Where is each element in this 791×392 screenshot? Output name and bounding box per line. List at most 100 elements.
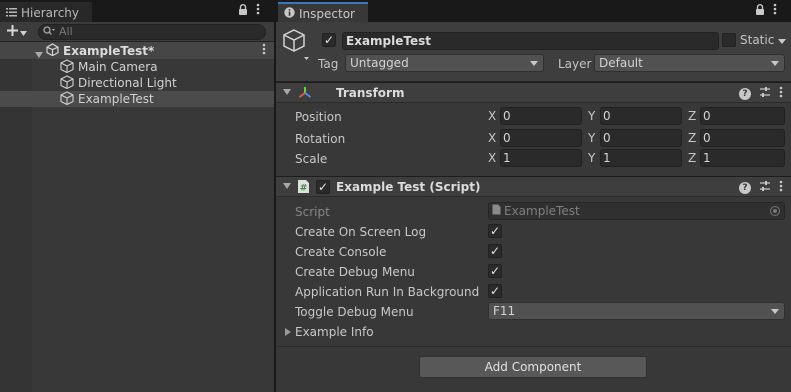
script-component-header[interactable]: # ✓ Example Test (Script) ?	[276, 176, 791, 197]
chevron-down-icon[interactable]	[778, 33, 787, 47]
create-button[interactable]	[0, 22, 34, 42]
presets-icon[interactable]	[759, 180, 771, 195]
hierarchy-tab-label: Hierarchy	[21, 5, 80, 20]
hierarchy-toolbar	[0, 22, 274, 42]
position-vector: X 0 Y 0 Z 0	[488, 107, 785, 125]
example-info-label: Example Info	[295, 325, 374, 339]
axis-y-label: Y	[588, 151, 596, 165]
unity-scene-icon	[46, 42, 59, 59]
tag-value: Untagged	[350, 56, 409, 70]
example-info-foldout[interactable]: Example Info	[285, 325, 374, 339]
search-input[interactable]	[59, 25, 239, 38]
scale-z-field[interactable]: 1	[700, 149, 785, 167]
rotation-x-field[interactable]: 0	[500, 129, 582, 147]
position-x-field[interactable]: 0	[500, 107, 582, 125]
script-enabled-checkbox[interactable]: ✓	[316, 180, 330, 194]
script-component-title: Example Test (Script)	[336, 180, 481, 194]
lock-icon[interactable]	[238, 3, 248, 18]
scale-x-field[interactable]: 1	[500, 149, 582, 167]
kebab-menu-icon[interactable]	[256, 3, 260, 18]
axis-x-label: X	[488, 131, 497, 145]
toggle-debug-menu-label: Toggle Debug Menu	[295, 305, 414, 319]
position-label: Position	[295, 110, 342, 124]
toggle-label: Create Debug Menu	[295, 265, 415, 279]
axis-z-label: Z	[688, 109, 697, 123]
axis-z-label: Z	[688, 131, 697, 145]
toggle-label: Application Run In Background	[295, 285, 480, 299]
rotation-vector: X 0 Y 0 Z 0	[488, 129, 785, 147]
gameobject-icon[interactable]	[282, 28, 314, 63]
inspector-tab[interactable]: Inspector	[278, 2, 368, 22]
list-icon	[6, 6, 17, 20]
tree-item-example-test[interactable]: ExampleTest	[0, 90, 274, 107]
foldout-arrow-icon[interactable]	[283, 183, 291, 189]
position-z-field[interactable]: 0	[700, 107, 785, 125]
tree-item-directional-light[interactable]: Directional Light	[0, 74, 274, 91]
kebab-menu-icon[interactable]	[779, 86, 783, 101]
rotation-y-field[interactable]: 0	[600, 129, 682, 147]
hierarchy-tab[interactable]: Hierarchy	[0, 2, 92, 22]
tag-dropdown[interactable]: Untagged	[345, 54, 544, 72]
static-toggle[interactable]: Static	[722, 33, 787, 47]
toggle-debug-menu-value: F11	[493, 304, 516, 318]
static-checkbox[interactable]	[722, 33, 736, 47]
gameobject-cube-icon	[60, 58, 74, 76]
tree-item-main-camera[interactable]: Main Camera	[0, 58, 274, 76]
object-picker-icon[interactable]	[770, 206, 780, 216]
search-box[interactable]	[38, 23, 266, 40]
transform-header[interactable]: Transform ?	[276, 82, 791, 103]
application-run-in-background-checkbox[interactable]: ✓	[488, 284, 502, 298]
axis-y-label: Y	[588, 131, 596, 145]
axis-x-label: X	[488, 109, 497, 123]
svg-text:#: #	[300, 184, 308, 194]
lock-icon[interactable]	[755, 3, 765, 18]
rotation-z-field[interactable]: 0	[700, 129, 785, 147]
help-icon[interactable]: ?	[739, 87, 751, 100]
scale-y-field[interactable]: 1	[600, 149, 682, 167]
gameobject-header: ✓ ExampleTest Static Tag Untagged Layer …	[276, 22, 791, 82]
expand-arrow-icon[interactable]	[35, 47, 43, 61]
axis-x-label: X	[488, 151, 497, 165]
tree-item-label: Main Camera	[78, 60, 158, 74]
help-icon[interactable]: ?	[739, 181, 751, 194]
transform-title: Transform	[336, 86, 405, 100]
add-component-button[interactable]: Add Component	[419, 356, 647, 378]
static-label: Static	[740, 33, 775, 47]
gameobject-name-field[interactable]: ExampleTest	[342, 32, 719, 50]
info-icon	[284, 6, 295, 21]
script-value: ExampleTest	[504, 204, 580, 218]
chevron-down-icon	[20, 24, 27, 40]
presets-icon[interactable]	[759, 86, 771, 101]
search-icon	[43, 25, 55, 39]
axis-z-label: Z	[688, 151, 697, 165]
foldout-arrow-icon[interactable]	[283, 89, 291, 95]
inspector-panel: Inspector ✓ ExampleTest Static Tag Untag…	[276, 0, 791, 392]
layer-value: Default	[599, 56, 643, 70]
toggle-label: Create On Screen Log	[295, 225, 427, 239]
script-file-icon	[492, 204, 501, 218]
scene-menu-icon[interactable]	[262, 43, 266, 58]
dropdown-arrow-icon	[771, 61, 779, 66]
toggle-debug-menu-dropdown[interactable]: F11	[488, 302, 785, 320]
foldout-arrow-icon	[285, 328, 291, 336]
hierarchy-tab-controls	[238, 3, 260, 18]
create-console-checkbox[interactable]: ✓	[488, 244, 502, 258]
hierarchy-tree: ExampleTest* Main Camera Directional Lig…	[0, 42, 274, 107]
create-on-screen-log-checkbox[interactable]: ✓	[488, 224, 502, 238]
script-object-field: ExampleTest	[488, 202, 785, 220]
create-debug-menu-checkbox[interactable]: ✓	[488, 264, 502, 278]
hierarchy-panel: Hierarchy All ExampleTest* Main Camera D…	[0, 0, 274, 392]
script-hash-icon: #	[297, 179, 310, 197]
scene-row[interactable]: ExampleTest*	[0, 42, 274, 59]
gameobject-active-checkbox[interactable]: ✓	[322, 33, 336, 47]
kebab-menu-icon[interactable]	[779, 180, 783, 195]
position-y-field[interactable]: 0	[600, 107, 682, 125]
tree-item-label: ExampleTest	[78, 92, 154, 106]
scale-vector: X 1 Y 1 Z 1	[488, 149, 785, 167]
tree-item-label: Directional Light	[78, 76, 177, 90]
kebab-menu-icon[interactable]	[773, 3, 777, 18]
layer-dropdown[interactable]: Default	[594, 54, 785, 72]
hierarchy-tabbar: Hierarchy	[0, 0, 274, 22]
tag-label: Tag	[318, 57, 339, 71]
dropdown-arrow-icon	[530, 61, 538, 66]
